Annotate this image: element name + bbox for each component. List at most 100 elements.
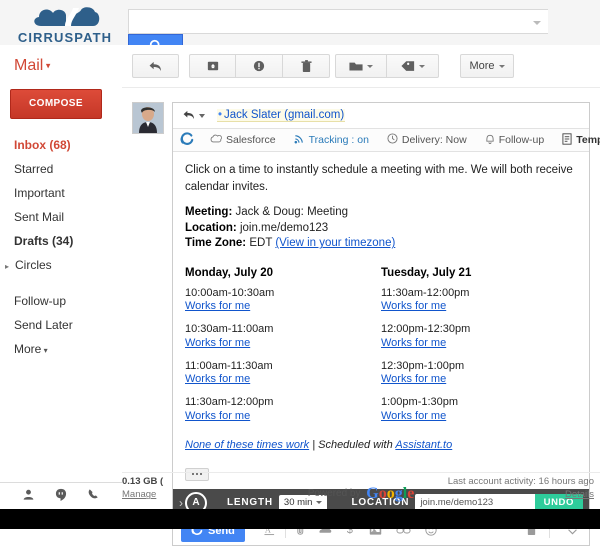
follow-up-button[interactable]: Follow-up [476,129,554,151]
time-slots: Monday, July 20 10:00am-10:30am Works fo… [185,265,577,433]
archive-button[interactable] [189,54,236,78]
delivery-label: Delivery: Now [402,134,467,146]
search-options-icon[interactable] [526,9,548,34]
sidebar-item-inbox[interactable]: Inbox (68) [0,133,122,157]
search-input[interactable] [128,9,526,34]
search-bar [128,9,583,36]
slot-item: 10:00am-10:30am Works for me [185,287,381,315]
sidebar-item-label: Send Later [14,318,73,332]
sidebar-item-important[interactable]: Important [0,181,122,205]
works-for-me-link[interactable]: Works for me [185,410,381,424]
chevron-down-icon [499,65,505,68]
spam-button[interactable] [236,54,283,78]
activity-text: Last account activity: 16 hours ago [448,476,594,487]
works-for-me-link[interactable]: Works for me [185,300,381,314]
google-logo: Google [366,485,414,502]
slot-day-header: Monday, July 20 [185,265,381,282]
contacts-icon[interactable] [22,488,35,504]
works-for-me-link[interactable]: Works for me [381,373,577,387]
slot-item: 12:30pm-1:00pm Works for me [381,360,577,388]
slot-time: 12:00pm-12:30pm [381,323,577,337]
cloud-icon [210,134,222,146]
chevron-down-icon[interactable] [199,114,205,118]
phone-icon[interactable] [87,488,100,504]
brand-logo[interactable]: CIRRUSPATH [10,2,120,45]
slot-item: 11:00am-11:30am Works for me [185,360,381,388]
cirruspath-cloud-icon [29,2,101,32]
slot-time: 10:00am-10:30am [185,287,381,301]
slot-item: 12:00pm-12:30pm Works for me [381,323,577,351]
works-for-me-link[interactable]: Works for me [381,410,577,424]
labels-button[interactable] [387,54,439,78]
reply-button[interactable] [132,54,179,78]
body-footer: None of these times work | Scheduled wit… [185,438,577,454]
slot-time: 11:00am-11:30am [185,360,381,374]
main-content: More Jack Slater (gmail.com) [122,45,600,529]
clock-icon [387,133,398,147]
recipient-row: Jack Slater (gmail.com) [173,103,589,129]
cirrus-logo-icon[interactable] [173,132,201,149]
view-timezone-link[interactable]: (View in your timezone) [275,237,395,249]
works-for-me-link[interactable]: Works for me [185,337,381,351]
assistant-to-link[interactable]: Assistant.to [395,439,452,451]
mail-body[interactable]: Click on a time to instantly schedule a … [173,152,589,489]
top-bar: CIRRUSPATH [0,0,600,46]
bell-icon [485,133,495,147]
compose-button[interactable]: COMPOSE [10,89,102,119]
slot-column-monday: Monday, July 20 10:00am-10:30am Works fo… [185,265,381,433]
sidebar-item-follow-up[interactable]: Follow-up [0,289,122,313]
document-icon [562,133,572,148]
hangouts-icon[interactable] [55,488,67,505]
sidebar-item-more[interactable]: More ▾ [0,337,122,363]
slot-item: 11:30am-12:00pm Works for me [381,287,577,315]
delete-button[interactable] [283,54,330,78]
sidebar-item-drafts[interactable]: Drafts (34) [0,229,122,253]
slot-time: 11:30am-12:00pm [381,287,577,301]
activity-details-link[interactable]: Details [565,489,594,500]
reply-arrow-icon[interactable] [183,109,195,123]
tracking-button[interactable]: Tracking : on [285,129,378,151]
powered-by-label: Powered by [308,488,361,499]
slot-day-header: Tuesday, July 21 [381,265,577,282]
works-for-me-link[interactable]: Works for me [381,337,577,351]
salesforce-button[interactable]: Salesforce [201,129,285,151]
mail-dropdown-label: Mail [14,57,43,74]
account-activity: Last account activity: 16 hours ago Deta… [448,475,594,502]
works-for-me-link[interactable]: Works for me [185,373,381,387]
salesforce-label: Salesforce [226,134,276,146]
delivery-button[interactable]: Delivery: Now [378,129,476,151]
sidebar-item-circles[interactable]: ▸Circles [0,253,122,279]
sidebar: Mail ▾ COMPOSE Inbox (68) Starred Import… [0,45,122,529]
sidebar-item-starred[interactable]: Starred [0,157,122,181]
sidebar-item-sent-mail[interactable]: Sent Mail [0,205,122,229]
slot-time: 1:00pm-1:30pm [381,396,577,410]
meeting-line: Meeting: Jack & Doug: Meeting [185,205,577,221]
templates-button[interactable]: Templates [553,129,600,151]
templates-label: Templates [576,134,600,146]
meeting-value: Jack & Doug: Meeting [235,206,348,218]
footer: 0.13 GB ( Manage Powered by Google Last … [122,472,600,509]
bottom-black-bar [0,509,600,529]
sidebar-item-label: Important [14,186,65,200]
scheduled-with-label: Scheduled with [318,439,393,451]
meeting-label: Meeting: [185,206,232,218]
more-actions-button[interactable]: More [460,54,514,78]
sidebar-item-send-later[interactable]: Send Later [0,313,122,337]
signal-icon [294,133,305,147]
recipient-chip[interactable]: Jack Slater (gmail.com) [217,109,345,122]
slot-time: 10:30am-11:00am [185,323,381,337]
works-for-me-link[interactable]: Works for me [381,300,577,314]
sidebar-item-label: Starred [14,162,53,176]
location-line: Location: join.me/demo123 [185,221,577,237]
sidebar-item-label: Drafts (34) [14,234,73,248]
chevron-down-icon [367,65,373,68]
move-to-button[interactable] [335,54,387,78]
location-value: join.me/demo123 [240,222,328,234]
sidebar-item-label: Inbox (68) [14,138,71,152]
chat-strip [0,482,122,509]
mail-dropdown[interactable]: Mail ▾ [0,45,122,85]
timezone-label: Time Zone: [185,237,246,249]
none-of-these-times-link[interactable]: None of these times work [185,439,309,451]
triangle-right-icon: ▸ [5,259,13,275]
brand-name: CIRRUSPATH [10,30,120,45]
